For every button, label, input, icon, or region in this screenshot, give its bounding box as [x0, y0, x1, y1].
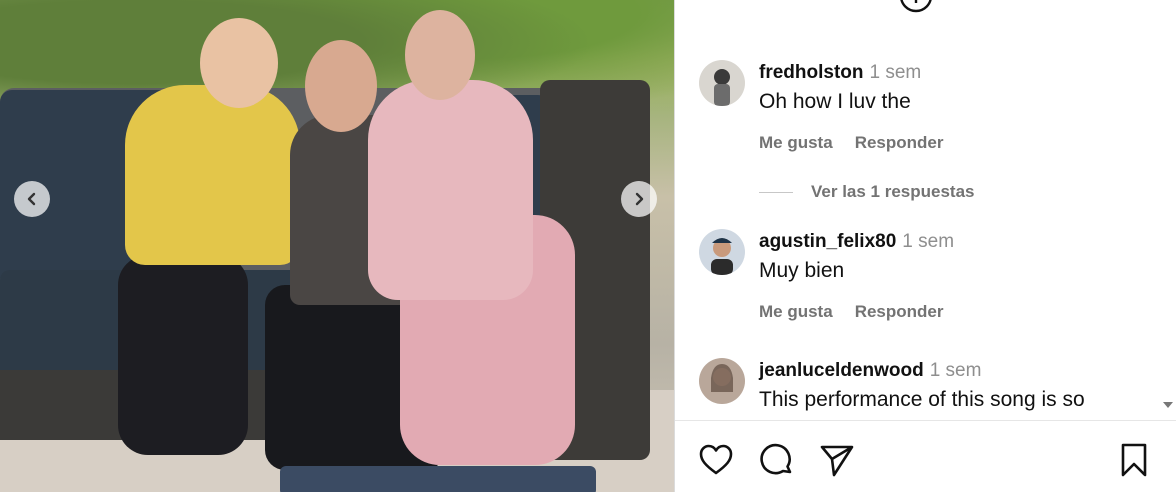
person-left-head: [200, 18, 278, 108]
reply-button[interactable]: Responder: [855, 302, 944, 321]
comment-username[interactable]: jeanluceldenwood: [759, 360, 924, 381]
comment-text: Muy bien: [759, 259, 845, 282]
comment-time: 1 sem: [902, 231, 955, 252]
comment-time: 1 sem: [869, 62, 922, 83]
foreground-stool: [280, 466, 596, 492]
view-replies-label: Ver las 1 respuestas: [811, 182, 975, 201]
comment-header: jeanluceldenwood 1 sem: [759, 360, 981, 382]
person-center-head: [305, 40, 377, 132]
person-left-legs: [118, 255, 248, 455]
chevron-left-icon: [27, 192, 36, 206]
comment-username[interactable]: agustin_felix80: [759, 231, 896, 252]
replies-line: [759, 191, 793, 193]
heart-icon[interactable]: [697, 441, 735, 479]
comments-panel: fredholston 1 sem Oh how I luv the Me gus…: [675, 0, 1176, 492]
comment-header: fredholston 1 sem: [759, 62, 921, 84]
person-right-hoodie: [368, 80, 533, 300]
like-comment-button[interactable]: Me gusta: [759, 302, 833, 321]
bookmark-icon[interactable]: [1115, 441, 1153, 479]
post-action-bar: [675, 420, 1176, 493]
comment-text: This performance of this song is so: [759, 388, 1085, 411]
like-comment-button[interactable]: Me gusta: [759, 133, 833, 152]
next-photo-button[interactable]: [621, 181, 657, 217]
comment-header: agustin_felix80 1 sem: [759, 231, 954, 253]
avatar[interactable]: [699, 358, 745, 404]
person-left-sweater: [125, 85, 300, 265]
send-icon[interactable]: [818, 441, 856, 479]
avatar[interactable]: [699, 60, 745, 106]
reply-button[interactable]: Responder: [855, 133, 944, 152]
comment-actions: Me gusta Responder: [759, 133, 965, 153]
comment-time: 1 sem: [929, 360, 982, 381]
view-replies-button[interactable]: Ver las 1 respuestas: [759, 182, 975, 202]
comment-username[interactable]: fredholston: [759, 62, 864, 83]
chevron-right-icon: [635, 192, 644, 206]
comment-actions: Me gusta Responder: [759, 302, 965, 322]
scroll-down-arrow[interactable]: [1163, 402, 1173, 408]
previous-photo-button[interactable]: [14, 181, 50, 217]
post-photo: [0, 0, 674, 492]
comment-text: Oh how I luv the: [759, 90, 911, 113]
avatar[interactable]: [699, 229, 745, 275]
comment-icon[interactable]: [758, 441, 796, 479]
plus-circle-icon[interactable]: [899, 0, 933, 16]
person-right-head: [405, 10, 475, 100]
